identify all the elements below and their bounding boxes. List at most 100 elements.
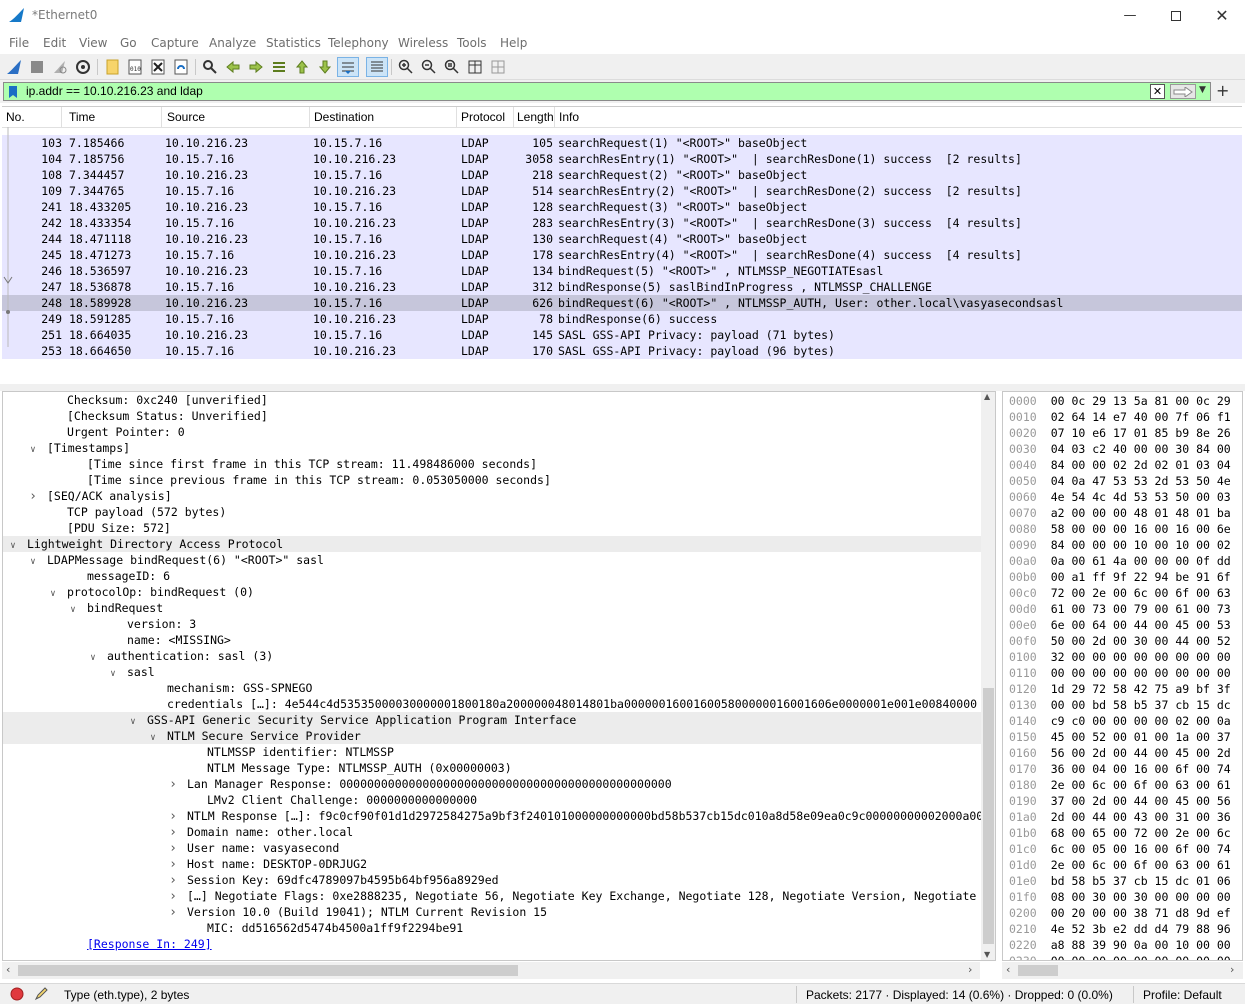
column-header-no[interactable]: No. [6, 110, 25, 124]
expand-chevron-right-icon[interactable]: › [167, 825, 179, 841]
colorize-button[interactable] [366, 57, 388, 77]
detail-tree-item[interactable]: NTLMSSP identifier: NTLMSSP [3, 744, 981, 760]
bytes-horizontal-scrollbar[interactable]: ‹ › [1002, 962, 1243, 979]
packet-row[interactable]: 253 18.664650 10.15.7.16 10.10.216.23 LDAP 17… [2, 343, 1242, 359]
menu-telephony[interactable]: Telephony [328, 36, 389, 50]
expand-chevron-right-icon[interactable]: › [167, 889, 179, 905]
capture-options-button[interactable] [73, 57, 93, 77]
display-filter-input[interactable] [26, 83, 1126, 100]
hex-line[interactable]: 0170 36 00 04 00 16 00 6f 00 74 [1009, 761, 1231, 777]
bookmark-icon[interactable] [8, 85, 18, 99]
column-header-source[interactable]: Source [167, 110, 205, 124]
open-file-button[interactable] [103, 57, 123, 77]
reload-file-button[interactable] [171, 57, 191, 77]
detail-tree-item[interactable]: ∨ NTLM Secure Service Provider [3, 728, 981, 744]
detail-tree-item[interactable]: Urgent Pointer: 0 [3, 424, 981, 440]
hex-line[interactable]: 0010 02 64 14 e7 40 00 7f 06 f1 [1009, 409, 1231, 425]
scroll-right-icon[interactable]: › [968, 963, 972, 976]
expand-chevron-right-icon[interactable]: › [167, 873, 179, 889]
hex-line[interactable]: 00e0 6e 00 64 00 44 00 45 00 53 [1009, 617, 1231, 633]
details-horizontal-scrollbar[interactable]: ‹ › [2, 962, 980, 979]
packet-row[interactable]: 109 7.344765 10.15.7.16 10.10.216.23 LDAP 514… [2, 183, 1242, 199]
detail-tree-item[interactable]: Checksum: 0xc240 [unverified] [3, 392, 981, 408]
menu-help[interactable]: Help [500, 36, 527, 50]
detail-tree-item[interactable]: › Lan Manager Response: 00000000000000000… [3, 776, 981, 792]
restart-capture-button[interactable] [50, 57, 70, 77]
hex-line[interactable]: 01c0 6c 00 05 00 16 00 6f 00 74 [1009, 841, 1231, 857]
hex-line[interactable]: 00a0 0a 00 61 4a 00 00 00 0f dd [1009, 553, 1231, 569]
detail-tree-item[interactable]: › NTLM Response […]: f9c0cf90f01d1d297258… [3, 808, 983, 824]
packet-row[interactable]: 244 18.471118 10.10.216.23 10.15.7.16 LDAP 13… [2, 231, 1242, 247]
detail-tree-item[interactable]: [Time since first frame in this TCP stre… [3, 456, 981, 472]
packet-row[interactable]: 247 18.536878 10.15.7.16 10.10.216.23 LDAP 31… [2, 279, 1242, 295]
go-last-button[interactable] [315, 57, 335, 77]
detail-tree-item[interactable]: messageID: 6 [3, 568, 981, 584]
hex-line[interactable]: 01a0 2d 00 44 00 43 00 31 00 36 [1009, 809, 1231, 825]
zoom-out-button[interactable] [419, 57, 439, 77]
details-vertical-scrollbar[interactable]: ▲ ▼ [981, 392, 995, 960]
detail-tree-item[interactable]: MIC: dd516562d5474b4500a1ff9f2294be91 [3, 920, 981, 936]
packet-row[interactable]: 103 7.185466 10.10.216.23 10.15.7.16 LDAP 105… [2, 135, 1242, 151]
add-filter-button[interactable]: + [1216, 81, 1229, 100]
detail-tree-item[interactable]: mechanism: GSS-SPNEGO [3, 680, 981, 696]
detail-tree-item[interactable]: › [SEQ/ACK analysis] [3, 488, 981, 504]
packet-row[interactable]: 248 18.589928 10.10.216.23 10.15.7.16 LDAP 62… [2, 295, 1242, 311]
detail-tree-item[interactable]: ∨ sasl [3, 664, 981, 680]
detail-tree-item[interactable]: › User name: vasyasecond [3, 840, 981, 856]
packet-row[interactable]: 104 7.185756 10.15.7.16 10.10.216.23 LDAP 305… [2, 151, 1242, 167]
packet-row[interactable]: 241 18.433205 10.10.216.23 10.15.7.16 LDAP 12… [2, 199, 1242, 215]
scroll-up-icon[interactable]: ▲ [984, 392, 990, 401]
hex-line[interactable]: 0030 04 03 c2 40 00 00 30 84 00 [1009, 441, 1231, 457]
packet-row[interactable]: 108 7.344457 10.10.216.23 10.15.7.16 LDAP 218… [2, 167, 1242, 183]
detail-tree-item[interactable]: version: 3 [3, 616, 981, 632]
stop-capture-button[interactable] [27, 57, 47, 77]
detail-tree-item[interactable]: ∨ protocolOp: bindRequest (0) [3, 584, 981, 600]
hex-line[interactable]: 00f0 50 00 2d 00 30 00 44 00 52 [1009, 633, 1231, 649]
detail-tree-item[interactable]: ∨ [Timestamps] [3, 440, 981, 456]
hex-line[interactable]: 00c0 72 00 2e 00 6c 00 6f 00 63 [1009, 585, 1231, 601]
hex-line[interactable]: 0230 00 00 00 00 00 00 00 00 00 [1009, 953, 1231, 960]
hex-line[interactable]: 0180 2e 00 6c 00 6f 00 63 00 61 [1009, 777, 1231, 793]
column-header-time[interactable]: Time [69, 110, 95, 124]
column-divider[interactable] [61, 107, 62, 128]
detail-tree-item[interactable]: › Session Key: 69dfc4789097b4595b64bf956a… [3, 872, 981, 888]
detail-tree-item[interactable]: ∨ GSS-API Generic Security Service Applic… [3, 712, 981, 728]
scroll-thumb[interactable] [18, 965, 518, 976]
expert-info-icon[interactable] [10, 987, 24, 1001]
hex-line[interactable]: 0200 00 20 00 00 38 71 d8 9d ef [1009, 905, 1231, 921]
hex-line[interactable]: 0040 84 00 00 02 2d 02 01 03 04 [1009, 457, 1231, 473]
packet-row[interactable]: 251 18.664035 10.10.216.23 10.15.7.16 LDAP 14… [2, 327, 1242, 343]
scroll-left-icon[interactable]: ‹ [1006, 963, 1010, 976]
scroll-thumb[interactable] [983, 688, 994, 944]
hex-line[interactable]: 0000 00 0c 29 13 5a 81 00 0c 29 [1009, 393, 1231, 409]
column-divider[interactable] [554, 107, 555, 128]
go-to-packet-button[interactable] [269, 57, 289, 77]
detail-tree-item[interactable]: [Checksum Status: Unverified] [3, 408, 981, 424]
layout-button[interactable] [488, 57, 508, 77]
expand-chevron-right-icon[interactable]: › [167, 841, 179, 857]
hex-line[interactable]: 0060 4e 54 4c 4d 53 53 50 00 03 [1009, 489, 1231, 505]
hex-line[interactable]: 0080 58 00 00 00 16 00 16 00 6e [1009, 521, 1231, 537]
menu-file[interactable]: File [9, 36, 29, 50]
hex-line[interactable]: 0140 c9 c0 00 00 00 00 02 00 0a [1009, 713, 1231, 729]
menu-go[interactable]: Go [120, 36, 137, 50]
detail-tree-item[interactable]: ∨ authentication: sasl (3) [3, 648, 981, 664]
close-button[interactable]: ✕ [1199, 0, 1245, 31]
hex-line[interactable]: 0090 84 00 00 00 10 00 10 00 02 [1009, 537, 1231, 553]
response-in-link[interactable]: [Response In: 249] [87, 937, 212, 951]
clear-filter-button[interactable]: ✕ [1150, 84, 1165, 99]
menu-wireless[interactable]: Wireless [398, 36, 448, 50]
go-forward-button[interactable] [246, 57, 266, 77]
hex-line[interactable]: 0160 56 00 2d 00 44 00 45 00 2d [1009, 745, 1231, 761]
scroll-down-icon[interactable]: ▼ [984, 950, 990, 959]
autoscroll-button[interactable] [337, 57, 359, 77]
menu-statistics[interactable]: Statistics [266, 36, 321, 50]
start-capture-button[interactable] [4, 57, 24, 77]
hex-line[interactable]: 00b0 00 a1 ff 9f 22 94 be 91 6f [1009, 569, 1231, 585]
maximize-button[interactable] [1153, 0, 1199, 31]
column-divider[interactable] [309, 107, 310, 128]
hex-line[interactable]: 0100 32 00 00 00 00 00 00 00 00 [1009, 649, 1231, 665]
scroll-right-icon[interactable]: › [1230, 963, 1234, 976]
packet-row[interactable]: 249 18.591285 10.15.7.16 10.10.216.23 LDAP 78… [2, 311, 1242, 327]
hex-line[interactable]: 01d0 2e 00 6c 00 6f 00 63 00 61 [1009, 857, 1231, 873]
